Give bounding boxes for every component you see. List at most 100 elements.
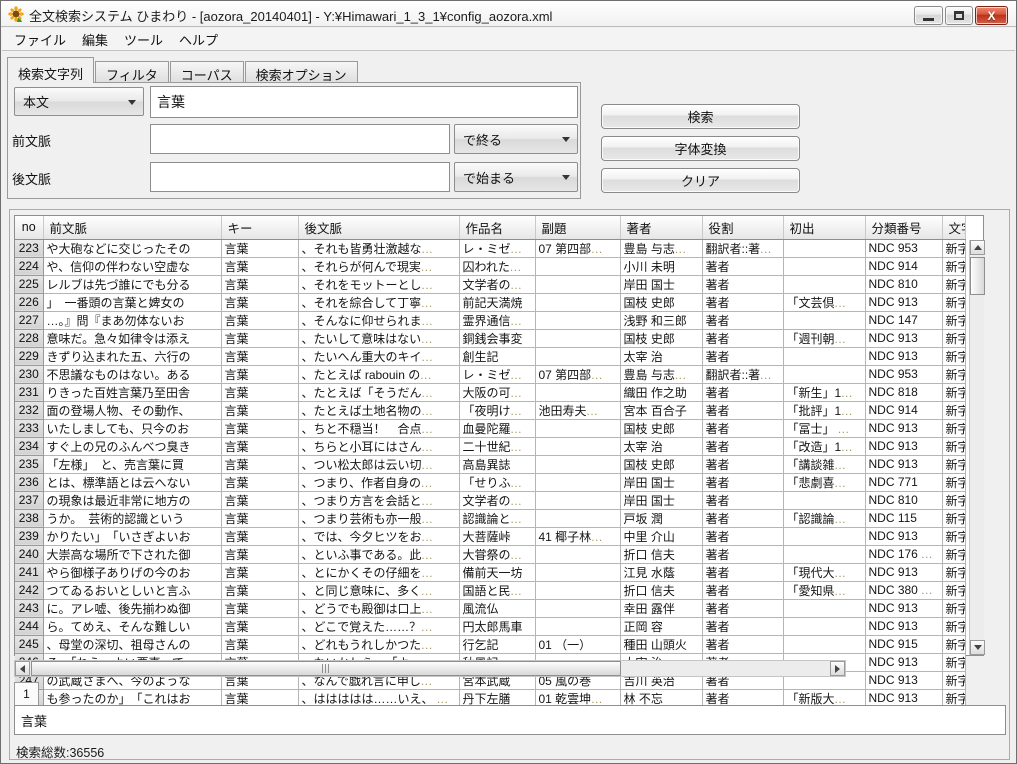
table-cell: NDC 913 xyxy=(865,527,942,545)
tab-corpus[interactable]: コーパス xyxy=(170,61,244,83)
maximize-button[interactable] xyxy=(945,6,973,25)
glyph-convert-button[interactable]: 字体変換 xyxy=(601,136,800,161)
table-row[interactable]: 244 ら。てめえ、そんな難しい言葉、どこで覚えた……？...円太郎馬車正岡 容… xyxy=(15,617,965,635)
vertical-scrollbar[interactable] xyxy=(969,240,984,655)
scroll-left-button[interactable] xyxy=(15,661,30,676)
table-row[interactable]: 229 きずり込まれた五、六行の言葉、たいへん重大のキイ...創生記太宰 治著者… xyxy=(15,347,965,365)
table-cell: 、どこで覚えた……？... xyxy=(298,617,459,635)
table-row[interactable]: 226」 一番頭の言葉と婢女の言葉、それを綜合して丁寧...前記天満焼国枝 史郎… xyxy=(15,293,965,311)
chevron-down-icon xyxy=(128,100,136,105)
table-cell: 銅銭会事変 xyxy=(459,329,535,347)
pre-context-mode-value: で終る xyxy=(463,130,502,149)
row-number: 236 xyxy=(15,473,43,491)
scroll-down-button[interactable] xyxy=(970,640,985,655)
table-cell: 血曼陀羅... xyxy=(459,419,535,437)
table-row[interactable]: 234 すぐ上の兄のふんべつ臭き言葉、ちらと小耳にはさん...二十世紀...太宰… xyxy=(15,437,965,455)
table-row[interactable]: 224 や、信仰の伴わない空虚な言葉、それらが何んで現実...囚われた...小川… xyxy=(15,257,965,275)
column-header-3[interactable]: 後文脈 xyxy=(298,216,459,239)
table-cell: 高島異誌 xyxy=(459,455,535,473)
tab-search-options[interactable]: 検索オプション xyxy=(245,61,358,83)
table-row[interactable]: 228 意味だ。急々如律令は添え言葉、たいして意味はない...銅銭会事変国枝 史… xyxy=(15,329,965,347)
table-row[interactable]: 236 とは、標準語とは云へない言葉、つまり、作者自身の...「せりふ...岸田… xyxy=(15,473,965,491)
table-row[interactable]: 233 いたしましても、只今のお言葉、ちと不穏当！ 合点...血曼陀羅...国枝… xyxy=(15,419,965,437)
column-header-7[interactable]: 役割 xyxy=(702,216,783,239)
clear-button[interactable]: クリア xyxy=(601,168,800,193)
tab-filter[interactable]: フィルタ xyxy=(95,61,169,83)
scroll-right-button[interactable] xyxy=(830,661,845,676)
post-context-input[interactable] xyxy=(150,162,450,192)
query-input[interactable] xyxy=(150,86,578,118)
column-header-5[interactable]: 副題 xyxy=(535,216,620,239)
minimize-button[interactable] xyxy=(914,6,943,25)
table-cell: NDC 913 xyxy=(865,455,942,473)
table-cell: NDC 810 xyxy=(865,275,942,293)
table-row[interactable]: 239かりたい」 「いさぎよいお言葉、では、今夕ヒツをお...大菩薩峠41 椰子… xyxy=(15,527,965,545)
table-row[interactable]: 231 りきった百姓言葉乃至田舎言葉、たとえば「そうだん...大阪の可...織田… xyxy=(15,383,965,401)
table-row[interactable]: 227…。』問『まあ勿体ないお言葉、そんなに仰せられま...霊界通信...浅野 … xyxy=(15,311,965,329)
table-row[interactable]: 241 やら御様子ありげの今のお言葉、とにかくその仔細を...備前天一坊江見 水… xyxy=(15,563,965,581)
vertical-scroll-thumb[interactable] xyxy=(970,257,985,295)
table-cell: NDC 771 xyxy=(865,473,942,491)
column-header-2[interactable]: キー xyxy=(221,216,298,239)
close-button[interactable]: X xyxy=(975,6,1008,25)
horizontal-scroll-thumb[interactable] xyxy=(31,661,621,676)
scroll-up-button[interactable] xyxy=(970,240,985,255)
table-cell: 大菩薩峠 xyxy=(459,527,535,545)
table-cell: 創生記 xyxy=(459,347,535,365)
table-cell: 言葉 xyxy=(221,419,298,437)
table-cell xyxy=(535,329,620,347)
table-cell: 、と同じ意味に、多く... xyxy=(298,581,459,599)
table-cell: 国枝 史郎 xyxy=(620,293,702,311)
column-header-4[interactable]: 作品名 xyxy=(459,216,535,239)
table-row[interactable]: 235「左様」 と、売言葉に買言葉、つい松太郎は云い切...高島異誌国枝 史郎著… xyxy=(15,455,965,473)
table-cell xyxy=(783,635,865,653)
table-cell: NDC 176 ... xyxy=(865,545,942,563)
table-row[interactable]: 245、母堂の深切、祖母さんの言葉、どれもうれしかつた...行乞記01 （一）種… xyxy=(15,635,965,653)
menu-tools[interactable]: ツール xyxy=(116,28,171,51)
column-header-9[interactable]: 分類番号 xyxy=(865,216,942,239)
table-cell: 浅野 和三郎 xyxy=(620,311,702,329)
menu-edit[interactable]: 編集 xyxy=(74,28,116,51)
pre-context-mode-select[interactable]: で終る xyxy=(454,124,578,154)
pre-context-input[interactable] xyxy=(150,124,450,154)
column-header-0[interactable]: no xyxy=(15,216,43,239)
tab-search-string[interactable]: 検索文字列 xyxy=(7,57,94,83)
column-header-10[interactable]: 文字 xyxy=(942,216,965,239)
search-form-panel: 本文 前文脈 で終る 後文脈 で始まる xyxy=(7,82,581,199)
title-bar[interactable]: 全文検索システム ひまわり - [aozora_20140401] - Y:¥H… xyxy=(1,1,1016,27)
table-row[interactable]: 237 の現象は最近非常に地方の言葉、つまり方言を会話と...文学者の...岸田… xyxy=(15,491,965,509)
table-row[interactable]: 230 不思議なものはない。ある言葉、たとえば rabouin の...レ・ミゼ… xyxy=(15,365,965,383)
table-cell: 新字新 xyxy=(942,239,965,257)
horizontal-scrollbar[interactable] xyxy=(14,660,846,677)
table-row[interactable]: 225 レルブは先づ誰にでも分る言葉、それをモットーとし...文学者の...岸田… xyxy=(15,275,965,293)
table-row[interactable]: 243 に。アレ嘘、後先揃わぬ御言葉、どうでも殿御は口上...風流仏幸田 露伴著… xyxy=(15,599,965,617)
menu-file[interactable]: ファイル xyxy=(6,28,74,51)
table-cell xyxy=(535,473,620,491)
search-button[interactable]: 検索 xyxy=(601,104,800,129)
table-cell: 折口 信夫 xyxy=(620,581,702,599)
table-cell: 国枝 史郎 xyxy=(620,455,702,473)
target-select[interactable]: 本文 xyxy=(14,87,144,116)
table-cell: レ・ミゼ... xyxy=(459,239,535,257)
table-cell xyxy=(535,491,620,509)
table-cell: 新字新 xyxy=(942,455,965,473)
table-row[interactable]: 232 面の登場人物、その動作、言葉、たとえば土地名物の...「夜明け...池田… xyxy=(15,401,965,419)
post-context-mode-select[interactable]: で始まる xyxy=(454,162,578,192)
selection-field[interactable] xyxy=(14,705,1006,735)
table-cell: りきった百姓言葉乃至田舎 xyxy=(43,383,221,401)
table-row[interactable]: 223 や大砲などに交じったその言葉、それも皆勇壮激越な...レ・ミゼ...07… xyxy=(15,239,965,257)
column-header-8[interactable]: 初出 xyxy=(783,216,865,239)
column-header-1[interactable]: 前文脈 xyxy=(43,216,221,239)
table-row[interactable]: 240 大崇高な場所で下された御言葉、といふ事である。此...大甞祭の...折口… xyxy=(15,545,965,563)
table-cell: NDC 913 xyxy=(865,293,942,311)
menu-help[interactable]: ヘルプ xyxy=(171,28,226,51)
table-cell: きずり込まれた五、六行の xyxy=(43,347,221,365)
result-page-tab[interactable]: 1 xyxy=(14,682,39,705)
table-row[interactable]: 238 うか。 芸術的認識という言葉、つまり芸術も亦一般...認識論と...戸坂… xyxy=(15,509,965,527)
table-row[interactable]: 242 つてゐるおいとしいと言ふ言葉、と同じ意味に、多く...国語と民...折口… xyxy=(15,581,965,599)
table-cell: NDC 913 xyxy=(865,617,942,635)
table-cell: つてゐるおいとしいと言ふ xyxy=(43,581,221,599)
column-header-6[interactable]: 著者 xyxy=(620,216,702,239)
table-cell: 言葉 xyxy=(221,401,298,419)
table-cell: NDC 914 xyxy=(865,257,942,275)
